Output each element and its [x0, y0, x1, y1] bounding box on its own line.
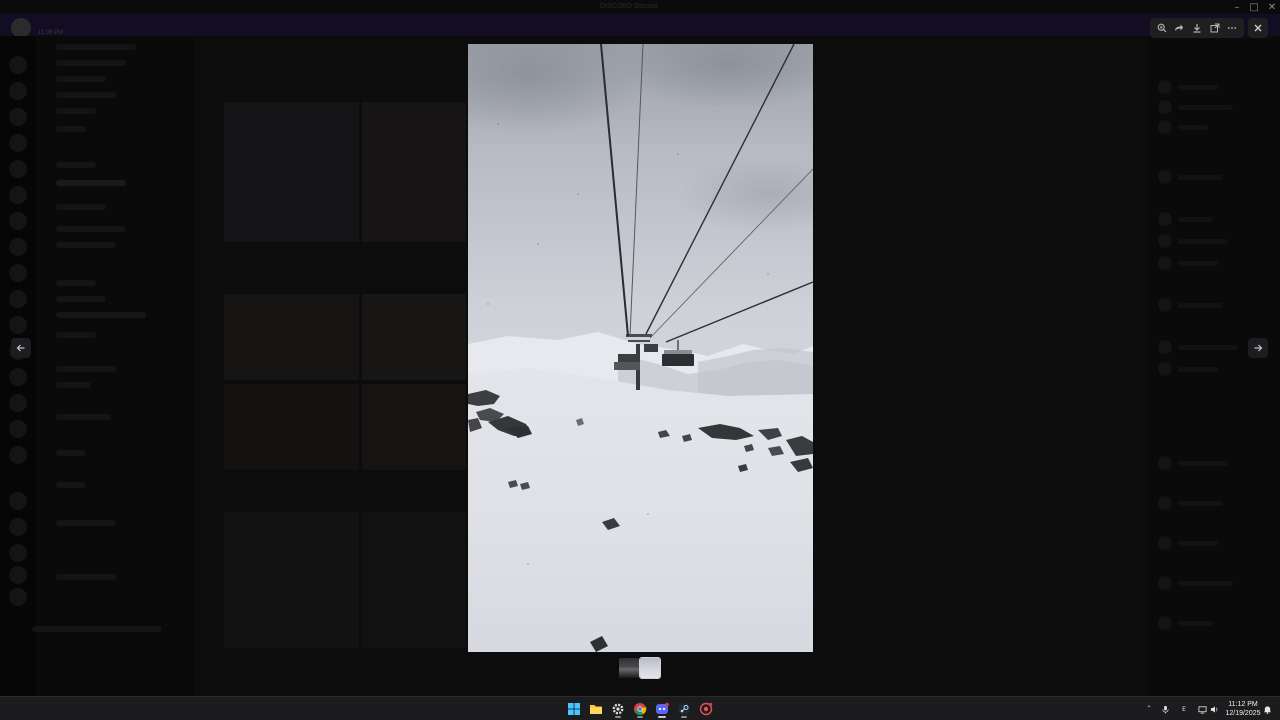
- taskbar: ˆ E 11:12 PM 12/19/2025: [0, 696, 1280, 720]
- folder-icon: [590, 705, 602, 714]
- gear-icon: [612, 703, 624, 715]
- download-icon: [1193, 24, 1201, 33]
- active-indicator: [658, 716, 666, 718]
- language-indicator[interactable]: E: [1178, 703, 1190, 715]
- viewer-toolbar: [1150, 18, 1244, 38]
- running-indicator: [615, 716, 621, 718]
- clock-date: 12/19/2025: [1225, 710, 1261, 717]
- thumbnail-strip: [619, 657, 661, 679]
- steam-icon: [678, 703, 690, 715]
- thumbnail[interactable]: [619, 658, 639, 678]
- close-viewer-button[interactable]: [1248, 18, 1268, 38]
- steam-button[interactable]: [675, 700, 693, 718]
- discord-button[interactable]: [653, 700, 671, 718]
- display-icon[interactable]: [1196, 703, 1208, 715]
- chevron-up-icon[interactable]: ˆ: [1143, 703, 1155, 715]
- open-external-icon: [1210, 23, 1220, 33]
- notification-icon[interactable]: [1261, 703, 1273, 715]
- chairlift-photo: [468, 44, 813, 652]
- forward-button[interactable]: [1171, 20, 1187, 36]
- discord-icon: [656, 702, 669, 714]
- volume-icon[interactable]: [1208, 703, 1220, 715]
- thumbnail-selected[interactable]: [639, 657, 661, 679]
- file-explorer-button[interactable]: [587, 700, 605, 718]
- open-external-button[interactable]: [1207, 20, 1223, 36]
- clock-time: 11:12 PM: [1228, 701, 1258, 708]
- clock[interactable]: 11:12 PM 12/19/2025: [1222, 700, 1264, 718]
- settings-button[interactable]: [609, 700, 627, 718]
- app-button[interactable]: [697, 700, 715, 718]
- app-icon: [699, 702, 713, 716]
- more-icon: [1228, 27, 1237, 29]
- forward-icon: [1175, 24, 1184, 31]
- running-indicator: [637, 716, 643, 718]
- next-image-button[interactable]: [1248, 338, 1268, 358]
- start-button[interactable]: [565, 700, 583, 718]
- image-viewer: [0, 0, 1280, 696]
- download-button[interactable]: [1189, 20, 1205, 36]
- running-indicator: [681, 716, 687, 718]
- chrome-icon: [634, 703, 647, 716]
- more-button[interactable]: [1224, 20, 1240, 36]
- viewer-image: [468, 44, 813, 652]
- zoom-button[interactable]: [1154, 20, 1170, 36]
- arrow-right-icon: [1254, 344, 1263, 352]
- zoom-icon: [1157, 23, 1167, 33]
- arrow-left-icon: [16, 344, 25, 352]
- close-icon: [1254, 24, 1262, 32]
- windows-icon: [568, 703, 580, 715]
- previous-image-button[interactable]: [11, 338, 31, 358]
- microphone-icon[interactable]: [1159, 703, 1171, 715]
- chrome-button[interactable]: [631, 700, 649, 718]
